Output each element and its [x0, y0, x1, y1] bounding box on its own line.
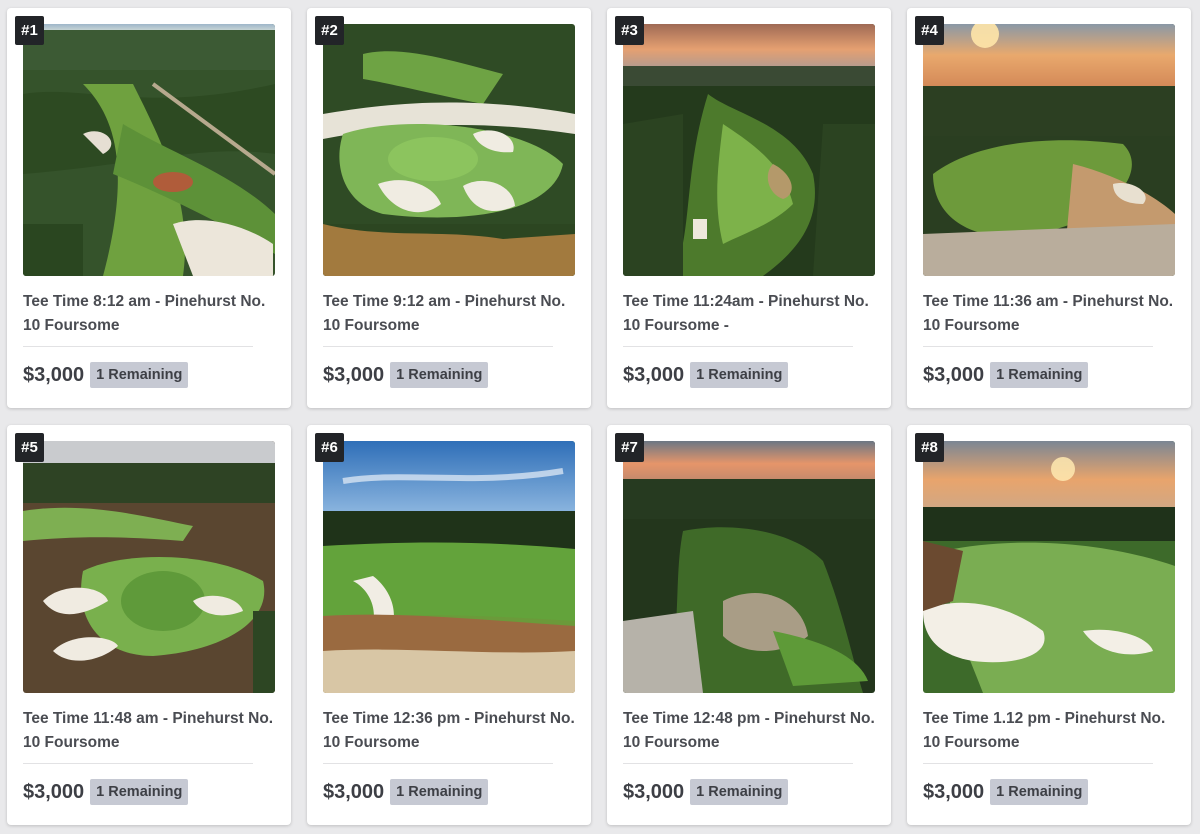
price: $3,000 — [323, 780, 385, 803]
course-photo[interactable] — [923, 24, 1175, 276]
price: $3,000 — [23, 363, 85, 386]
course-photo[interactable] — [623, 24, 875, 276]
lot-number-badge: #3 — [615, 16, 644, 45]
aerial-golf-course-image — [23, 24, 275, 276]
divider — [23, 346, 253, 347]
course-photo[interactable] — [923, 441, 1175, 693]
price-row: $3,000 1 Remaining — [623, 362, 789, 388]
remaining-badge: 1 Remaining — [90, 779, 189, 805]
price-row: $3,000 1 Remaining — [623, 779, 789, 805]
aerial-golf-course-image — [923, 441, 1175, 693]
divider — [323, 346, 553, 347]
course-photo[interactable] — [323, 24, 575, 276]
lot-card[interactable]: #3 Tee Time 11:24am - Pinehurst No. 10 F… — [607, 8, 891, 408]
divider — [323, 763, 553, 764]
aerial-golf-course-image — [623, 441, 875, 693]
remaining-badge: 1 Remaining — [390, 362, 489, 388]
golf-fairway-image — [323, 441, 575, 693]
lot-card[interactable]: #7 Tee Time 12:48 pm - Pinehurst No. 10 … — [607, 425, 891, 825]
lot-title[interactable]: Tee Time 12:36 pm - Pinehurst No. 10 Fou… — [323, 707, 579, 755]
lot-number-badge: #6 — [315, 433, 344, 462]
lot-number-badge: #4 — [915, 16, 944, 45]
divider — [923, 346, 1153, 347]
lot-title[interactable]: Tee Time 11:48 am - Pinehurst No. 10 Fou… — [23, 707, 279, 755]
aerial-golf-course-image — [623, 24, 875, 276]
remaining-badge: 1 Remaining — [690, 362, 789, 388]
divider — [923, 763, 1153, 764]
auction-lot-grid: #1 Tee Time 8:12 am - Pinehurst No. 10 F… — [0, 0, 1200, 834]
price: $3,000 — [323, 363, 385, 386]
remaining-badge: 1 Remaining — [90, 362, 189, 388]
lot-title[interactable]: Tee Time 8:12 am - Pinehurst No. 10 Four… — [23, 290, 279, 338]
divider — [23, 763, 253, 764]
price-row: $3,000 1 Remaining — [323, 779, 489, 805]
course-photo[interactable] — [23, 24, 275, 276]
remaining-badge: 1 Remaining — [990, 362, 1089, 388]
aerial-golf-course-image — [23, 441, 275, 693]
price-row: $3,000 1 Remaining — [23, 362, 189, 388]
price-row: $3,000 1 Remaining — [923, 779, 1089, 805]
lot-number-badge: #7 — [615, 433, 644, 462]
lot-card[interactable]: #6 Tee Time 12:36 pm - Pinehurst No. 10 … — [307, 425, 591, 825]
price-row: $3,000 1 Remaining — [323, 362, 489, 388]
lot-title[interactable]: Tee Time 11:36 am - Pinehurst No. 10 Fou… — [923, 290, 1179, 338]
lot-title[interactable]: Tee Time 9:12 am - Pinehurst No. 10 Four… — [323, 290, 579, 338]
course-photo[interactable] — [23, 441, 275, 693]
price-row: $3,000 1 Remaining — [923, 362, 1089, 388]
price: $3,000 — [923, 780, 985, 803]
price: $3,000 — [23, 780, 85, 803]
price: $3,000 — [623, 780, 685, 803]
lot-title[interactable]: Tee Time 12:48 pm - Pinehurst No. 10 Fou… — [623, 707, 879, 755]
lot-card[interactable]: #2 Tee Time 9:12 am - Pinehurst No. 10 F… — [307, 8, 591, 408]
divider — [623, 763, 853, 764]
lot-title[interactable]: Tee Time 1.12 pm - Pinehurst No. 10 Four… — [923, 707, 1179, 755]
price-row: $3,000 1 Remaining — [23, 779, 189, 805]
lot-number-badge: #2 — [315, 16, 344, 45]
aerial-golf-course-image — [923, 24, 1175, 276]
lot-number-badge: #5 — [15, 433, 44, 462]
price: $3,000 — [923, 363, 985, 386]
lot-card[interactable]: #4 Tee Time 11:36 am - Pinehurst No. 10 … — [907, 8, 1191, 408]
price: $3,000 — [623, 363, 685, 386]
divider — [623, 346, 853, 347]
remaining-badge: 1 Remaining — [690, 779, 789, 805]
lot-card[interactable]: #1 Tee Time 8:12 am - Pinehurst No. 10 F… — [7, 8, 291, 408]
remaining-badge: 1 Remaining — [990, 779, 1089, 805]
lot-number-badge: #8 — [915, 433, 944, 462]
lot-card[interactable]: #5 Tee Time 11:48 am - Pinehurst No. 10 … — [7, 425, 291, 825]
remaining-badge: 1 Remaining — [390, 779, 489, 805]
aerial-golf-course-image — [323, 24, 575, 276]
lot-card[interactable]: #8 Tee Time 1.12 pm - Pinehurst No. 10 F… — [907, 425, 1191, 825]
course-photo[interactable] — [323, 441, 575, 693]
lot-number-badge: #1 — [15, 16, 44, 45]
lot-title[interactable]: Tee Time 11:24am - Pinehurst No. 10 Four… — [623, 290, 879, 338]
course-photo[interactable] — [623, 441, 875, 693]
